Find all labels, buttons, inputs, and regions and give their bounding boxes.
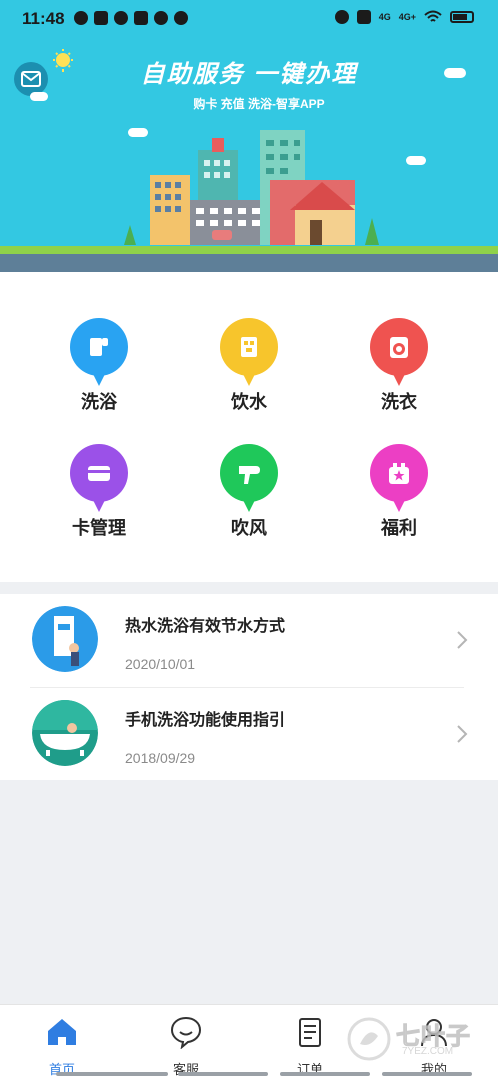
water-dispenser-icon xyxy=(220,318,278,386)
nav-home[interactable]: 首页 xyxy=(22,1015,102,1078)
wifi-icon xyxy=(424,10,442,22)
service-card[interactable]: 卡管理 xyxy=(39,444,159,554)
status-bar: 11:48 4G 4G+ xyxy=(0,0,498,38)
gift-icon xyxy=(370,444,428,512)
network-label: 4G+ xyxy=(398,11,416,22)
hair-dryer-icon xyxy=(220,444,278,512)
chevron-right-icon xyxy=(457,631,468,649)
battery-icon xyxy=(450,11,474,23)
article-thumbnail xyxy=(32,700,98,766)
notification-icons xyxy=(74,11,188,25)
chevron-right-icon xyxy=(457,725,468,743)
notification-icon xyxy=(74,11,88,25)
ground-stripe xyxy=(0,246,498,254)
service-water[interactable]: 饮水 xyxy=(189,318,309,428)
service-label: 洗衣 xyxy=(381,392,417,412)
status-time: 11:48 xyxy=(22,9,65,28)
status-indicators: 4G 4G+ xyxy=(334,10,474,24)
leaf-icon xyxy=(347,1017,391,1061)
article-list: 热水洗浴有效节水方式 2020/10/01 手机洗浴功能使用指引 2018/09… xyxy=(0,594,498,780)
alarm-icon xyxy=(334,10,349,24)
hd-icon xyxy=(356,10,371,24)
hero-banner: 11:48 4G 4G+ 自助服务 一键办理 购卡 充值 洗浴-智享APP xyxy=(0,0,498,272)
chat-icon xyxy=(170,1016,202,1049)
service-shower[interactable]: 洗浴 xyxy=(39,318,159,428)
message-icon xyxy=(154,11,168,25)
washing-machine-icon xyxy=(370,318,428,386)
watermark-logo: 七叶子 7YEZ.COM xyxy=(340,1006,490,1072)
service-welfare[interactable]: 福利 xyxy=(339,444,459,554)
article-title: 手机洗浴功能使用指引 xyxy=(125,712,286,729)
network-label: 4G xyxy=(378,11,391,22)
nav-orders[interactable]: 订单 xyxy=(270,1015,350,1078)
nav-service[interactable]: 客服 xyxy=(146,1015,226,1078)
hero-subtitle: 购卡 充值 洗浴-智享APP xyxy=(193,97,325,111)
article-item[interactable]: 手机洗浴功能使用指引 2018/09/29 xyxy=(0,688,498,782)
service-grid: 洗浴 饮水 洗衣 卡管理 吹风 福利 xyxy=(0,272,498,582)
home-indicator xyxy=(56,1072,168,1076)
article-title: 热水洗浴有效节水方式 xyxy=(125,618,286,635)
service-label: 洗浴 xyxy=(81,392,117,412)
home-indicator xyxy=(382,1072,472,1076)
service-label: 卡管理 xyxy=(72,518,126,538)
watermark-subtext: 7YEZ.COM xyxy=(402,1046,454,1057)
card-icon xyxy=(70,444,128,512)
city-illustration xyxy=(124,130,379,245)
home-icon xyxy=(48,1019,76,1045)
article-thumbnail xyxy=(32,606,98,672)
service-laundry[interactable]: 洗衣 xyxy=(339,318,459,428)
app-icon xyxy=(174,11,188,25)
service-label: 饮水 xyxy=(231,392,267,412)
road-stripe xyxy=(0,254,498,272)
article-date: 2020/10/01 xyxy=(125,656,196,672)
service-label: 吹风 xyxy=(231,518,267,538)
service-dryer[interactable]: 吹风 xyxy=(189,444,309,554)
cloud-decoration xyxy=(406,156,426,165)
shower-icon xyxy=(70,318,128,386)
hero-title: 自助服务 一键办理 xyxy=(140,61,358,88)
service-label: 福利 xyxy=(381,518,417,538)
video-icon xyxy=(134,11,148,25)
article-item[interactable]: 热水洗浴有效节水方式 2020/10/01 xyxy=(0,594,498,688)
home-indicator xyxy=(280,1072,370,1076)
order-icon xyxy=(299,1018,321,1047)
home-indicator xyxy=(178,1072,268,1076)
wechat-icon xyxy=(114,11,128,25)
article-date: 2018/09/29 xyxy=(125,750,196,766)
app-icon xyxy=(94,11,108,25)
